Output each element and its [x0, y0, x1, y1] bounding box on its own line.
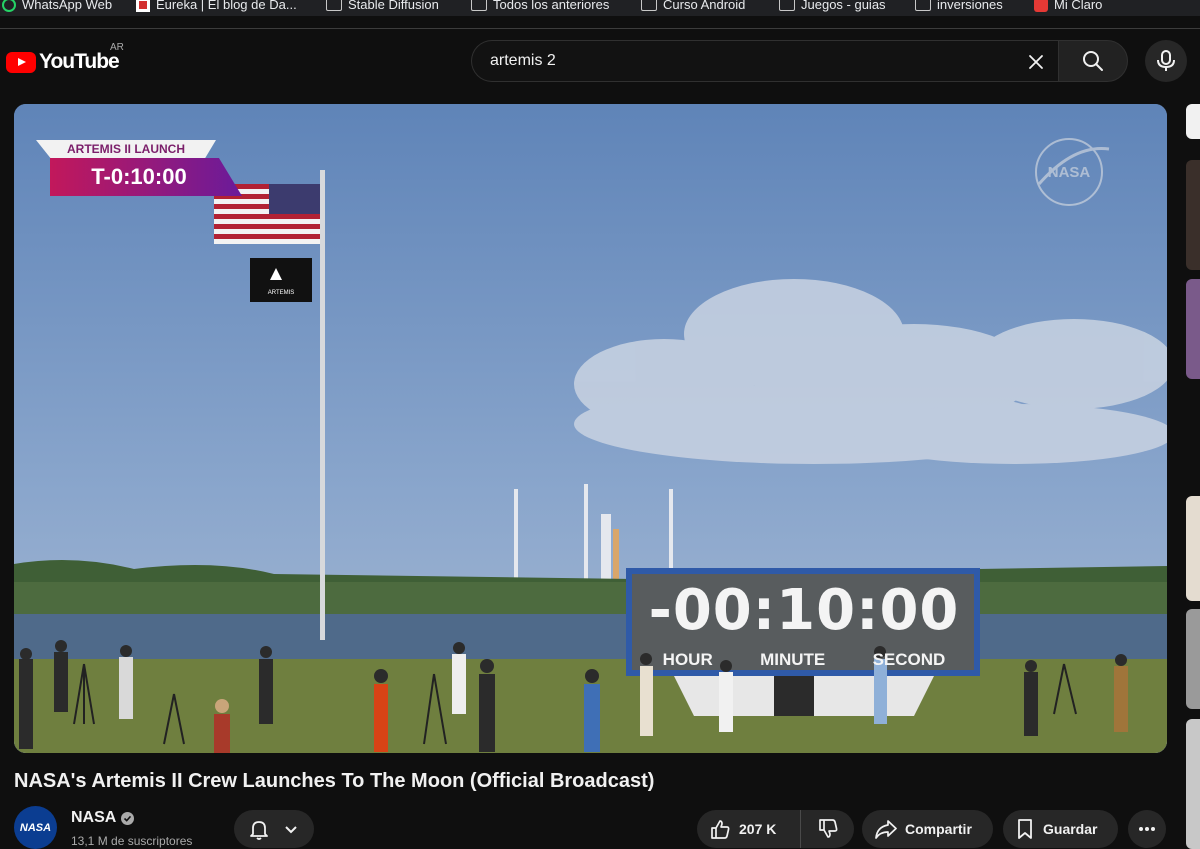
overlay-title-bar: ARTEMIS II LAUNCH — [36, 140, 216, 158]
subscription-bell-button[interactable] — [234, 810, 314, 848]
related-thumbnail[interactable] — [1186, 496, 1200, 601]
related-videos-rail — [1186, 104, 1200, 849]
overlay-countdown-bar: T-0:10:00 — [50, 158, 242, 196]
bookmark-whatsapp[interactable]: WhatsApp Web — [2, 0, 112, 12]
folder-icon — [326, 0, 342, 11]
board-countdown: -00:10:00 — [648, 578, 960, 643]
like-count: 207 K — [739, 821, 777, 837]
save-label: Guardar — [1043, 821, 1098, 837]
country-code: AR — [110, 42, 124, 53]
channel-name: NASA — [71, 809, 117, 826]
channel-name-row[interactable]: NASA — [71, 809, 135, 827]
search-query: artemis 2 — [490, 52, 556, 69]
youtube-wordmark: YouTube — [39, 50, 120, 73]
related-chip[interactable] — [1186, 104, 1200, 139]
search-input[interactable]: artemis 2 — [471, 40, 1059, 82]
like-button[interactable]: 207 K — [697, 810, 801, 848]
bell-icon — [250, 821, 268, 840]
video-frame: ARTEMIS NASA — [14, 104, 1167, 753]
verified-check-icon — [121, 811, 135, 825]
nasa-logo-icon: NASA — [19, 821, 52, 834]
video-title: NASA's Artemis II Crew Launches To The M… — [14, 770, 655, 792]
chevron-down-icon — [285, 826, 297, 834]
search-icon — [1083, 51, 1103, 71]
channel-avatar[interactable]: NASA — [14, 806, 57, 849]
microphone-icon — [1157, 50, 1175, 71]
artemis-flag: ARTEMIS — [250, 258, 312, 302]
bookmark-todos[interactable]: Todos los anteriores — [471, 0, 609, 12]
dislike-button[interactable] — [801, 810, 854, 848]
eureka-icon — [136, 0, 150, 12]
water — [14, 614, 1167, 664]
folder-icon — [915, 0, 931, 11]
flag-pole — [320, 170, 325, 640]
share-label: Compartir — [905, 821, 972, 837]
thumbs-down-icon — [818, 819, 837, 838]
related-thumbnail[interactable] — [1186, 609, 1200, 709]
video-player[interactable]: ARTEMIS NASA ARTEMIS II LAUNCH T-0:10:00… — [14, 104, 1167, 753]
close-icon — [1029, 55, 1043, 69]
related-thumbnail[interactable] — [1186, 279, 1200, 379]
board-labels: HOUR MINUTE SECOND — [639, 650, 969, 670]
whatsapp-icon — [2, 0, 16, 12]
bookmark-icon — [1018, 819, 1032, 839]
related-thumbnail[interactable] — [1186, 719, 1200, 849]
bookmark-eureka[interactable]: Eureka | El blog de Da... — [136, 0, 297, 12]
clear-search-button[interactable] — [1021, 47, 1051, 77]
overlay-title: ARTEMIS II LAUNCH — [67, 142, 185, 156]
overlay-countdown: T-0:10:00 — [91, 164, 187, 189]
board-label-minute: MINUTE — [760, 650, 826, 669]
toolbar-divider — [0, 28, 1200, 29]
svg-text:ARTEMIS: ARTEMIS — [268, 290, 295, 296]
svg-text:NASA: NASA — [1048, 164, 1091, 181]
bookmark-curso-android[interactable]: Curso Android — [641, 0, 745, 12]
more-actions-button[interactable] — [1128, 810, 1166, 848]
folder-icon — [779, 0, 795, 11]
related-thumbnail[interactable] — [1186, 160, 1200, 270]
board-label-second: SECOND — [872, 650, 946, 669]
bookmark-juegos[interactable]: Juegos - guias — [779, 0, 886, 12]
youtube-play-icon — [6, 51, 36, 73]
voice-search-button[interactable] — [1145, 40, 1187, 82]
more-horizontal-icon — [1139, 827, 1155, 831]
board-label-hour: HOUR — [662, 650, 713, 669]
bookmark-stable-diffusion[interactable]: Stable Diffusion — [326, 0, 439, 12]
share-button[interactable]: Compartir — [862, 810, 993, 848]
launch-overlay: ARTEMIS II LAUNCH T-0:10:00 — [36, 140, 242, 198]
search-button[interactable] — [1058, 40, 1128, 82]
share-icon — [875, 820, 897, 839]
thumbs-up-icon — [711, 820, 730, 839]
like-dislike-group: 207 K — [697, 810, 854, 848]
bookmark-inversiones[interactable]: inversiones — [915, 0, 1003, 12]
youtube-logo[interactable]: YouTube — [6, 50, 120, 74]
folder-icon — [641, 0, 657, 11]
folder-icon — [471, 0, 487, 11]
subscriber-count: 13,1 M de suscriptores — [71, 834, 193, 848]
claro-icon — [1034, 0, 1048, 12]
bookmark-mi-claro[interactable]: Mi Claro — [1034, 0, 1102, 12]
save-button[interactable]: Guardar — [1003, 810, 1118, 848]
